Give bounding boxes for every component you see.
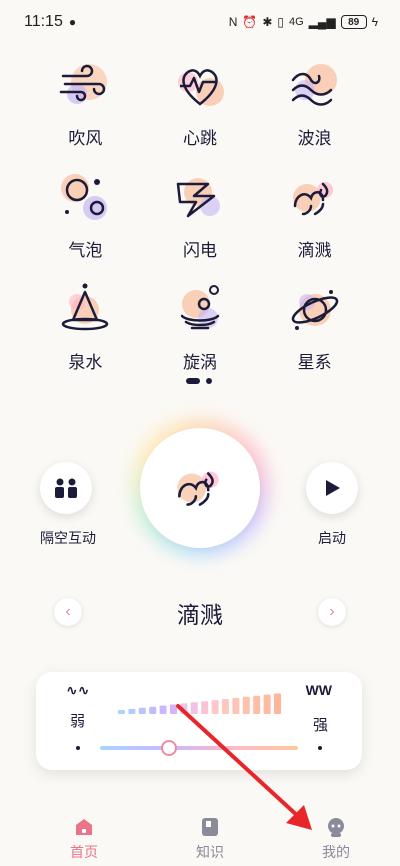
mode-label: 旋涡 — [182, 353, 217, 372]
tab-knowledge[interactable]: 知识 — [190, 810, 230, 866]
notification-icon: ● — [68, 15, 77, 29]
vortex-icon — [180, 285, 220, 330]
page-dot — [206, 378, 212, 384]
intensity-bar — [159, 705, 167, 714]
remote-interaction-button[interactable] — [40, 462, 92, 514]
lightning-icon — [176, 178, 220, 218]
mode-label: 波浪 — [297, 129, 332, 148]
mode-tile-lightning[interactable]: 闪电 — [143, 164, 258, 272]
low-wave-icon: ∿∿ — [66, 682, 90, 698]
current-mode-button[interactable] — [140, 428, 260, 548]
mode-tile-fountain[interactable]: 泉水 — [28, 276, 143, 384]
intensity-bar — [274, 693, 281, 714]
intensity-bar — [170, 704, 177, 714]
high-wave-icon: WW — [305, 682, 332, 698]
fountain-icon — [62, 283, 109, 331]
page-indicator[interactable] — [186, 378, 212, 384]
chevron-right-icon: › — [329, 603, 335, 620]
splash-icon — [177, 471, 219, 506]
start-button[interactable] — [306, 462, 358, 514]
low-label: 弱 — [70, 713, 86, 730]
mode-tile-wind[interactable]: 吹风 — [28, 52, 143, 160]
mode-tile-heartbeat[interactable]: 心跳 — [143, 52, 258, 160]
tab-label: 我的 — [322, 844, 350, 860]
wind-icon — [60, 64, 108, 104]
mode-tile-wave[interactable]: 波浪 — [257, 52, 372, 160]
bluetooth-icon: ✱ — [262, 15, 273, 29]
tab-label: 知识 — [196, 844, 224, 860]
charging-icon: ϟ — [371, 15, 378, 29]
next-mode-button[interactable]: › — [318, 598, 346, 626]
intensity-bar — [190, 702, 198, 714]
intensity-bar — [242, 696, 250, 714]
mode-label: 滴溅 — [297, 241, 332, 260]
intensity-bar — [211, 700, 219, 714]
mode-label: 泉水 — [68, 353, 103, 372]
mode-grid: 吹风 心跳 波浪 气泡 闪电 滴溅 泉水 旋涡 星系 — [0, 52, 400, 384]
status-bar: 11:15 ● N ⏰ ✱ ▯ 4G ▂▄▆ 89 ϟ — [0, 0, 400, 44]
tab-bar: 首页 知识 我的 — [0, 810, 400, 866]
intensity-bar — [222, 699, 229, 714]
play-icon — [326, 480, 340, 496]
book-icon — [202, 818, 218, 836]
bubbles-icon — [61, 174, 108, 220]
max-dot — [318, 746, 322, 750]
splash-icon — [292, 182, 333, 216]
network-label: 4G — [288, 16, 304, 28]
intensity-card: ∿∿ WW 弱 强 — [36, 672, 362, 770]
tab-mine[interactable]: 我的 — [316, 810, 356, 866]
min-dot — [76, 746, 80, 750]
intensity-bar — [180, 703, 188, 714]
intensity-slider-thumb[interactable] — [161, 740, 178, 756]
intensity-bar — [263, 694, 271, 714]
profile-icon — [328, 818, 344, 837]
home-icon — [76, 819, 92, 835]
signal-icon: ▂▄▆ — [308, 15, 336, 29]
mode-tile-galaxy[interactable]: 星系 — [257, 276, 372, 384]
battery-level: 89 — [340, 15, 367, 29]
mode-label: 心跳 — [182, 129, 217, 148]
mode-label: 闪电 — [182, 241, 217, 260]
mode-tile-splash[interactable]: 滴溅 — [257, 164, 372, 272]
people-icon — [55, 478, 77, 498]
intensity-bar — [149, 706, 157, 714]
intensity-bar — [253, 695, 261, 714]
page-dot-active — [186, 378, 200, 384]
intensity-bar — [232, 697, 240, 714]
wave-icon — [291, 64, 337, 106]
intensity-bar — [201, 701, 209, 714]
intensity-bar — [128, 708, 136, 714]
mode-tile-bubbles[interactable]: 气泡 — [28, 164, 143, 272]
intensity-slider[interactable] — [100, 746, 298, 750]
mode-label: 星系 — [297, 353, 332, 372]
start-label: 启动 — [318, 530, 346, 546]
vibrate-icon: ▯ — [277, 15, 284, 29]
mode-label: 气泡 — [68, 241, 103, 260]
nfc-icon: N — [228, 15, 238, 29]
mode-label: 吹风 — [68, 129, 103, 148]
tab-home[interactable]: 首页 — [64, 810, 104, 866]
tab-label: 首页 — [70, 844, 98, 860]
intensity-bars — [118, 693, 281, 714]
heartbeat-icon — [177, 69, 224, 106]
intensity-bar — [118, 710, 125, 714]
status-time: 11:15 — [24, 13, 63, 30]
galaxy-icon — [291, 290, 338, 330]
mode-tile-vortex[interactable]: 旋涡 — [143, 276, 258, 384]
remote-interaction-label: 隔空互动 — [40, 530, 96, 546]
intensity-bar — [138, 707, 146, 714]
high-label: 强 — [312, 717, 328, 734]
alarm-icon: ⏰ — [242, 15, 258, 29]
